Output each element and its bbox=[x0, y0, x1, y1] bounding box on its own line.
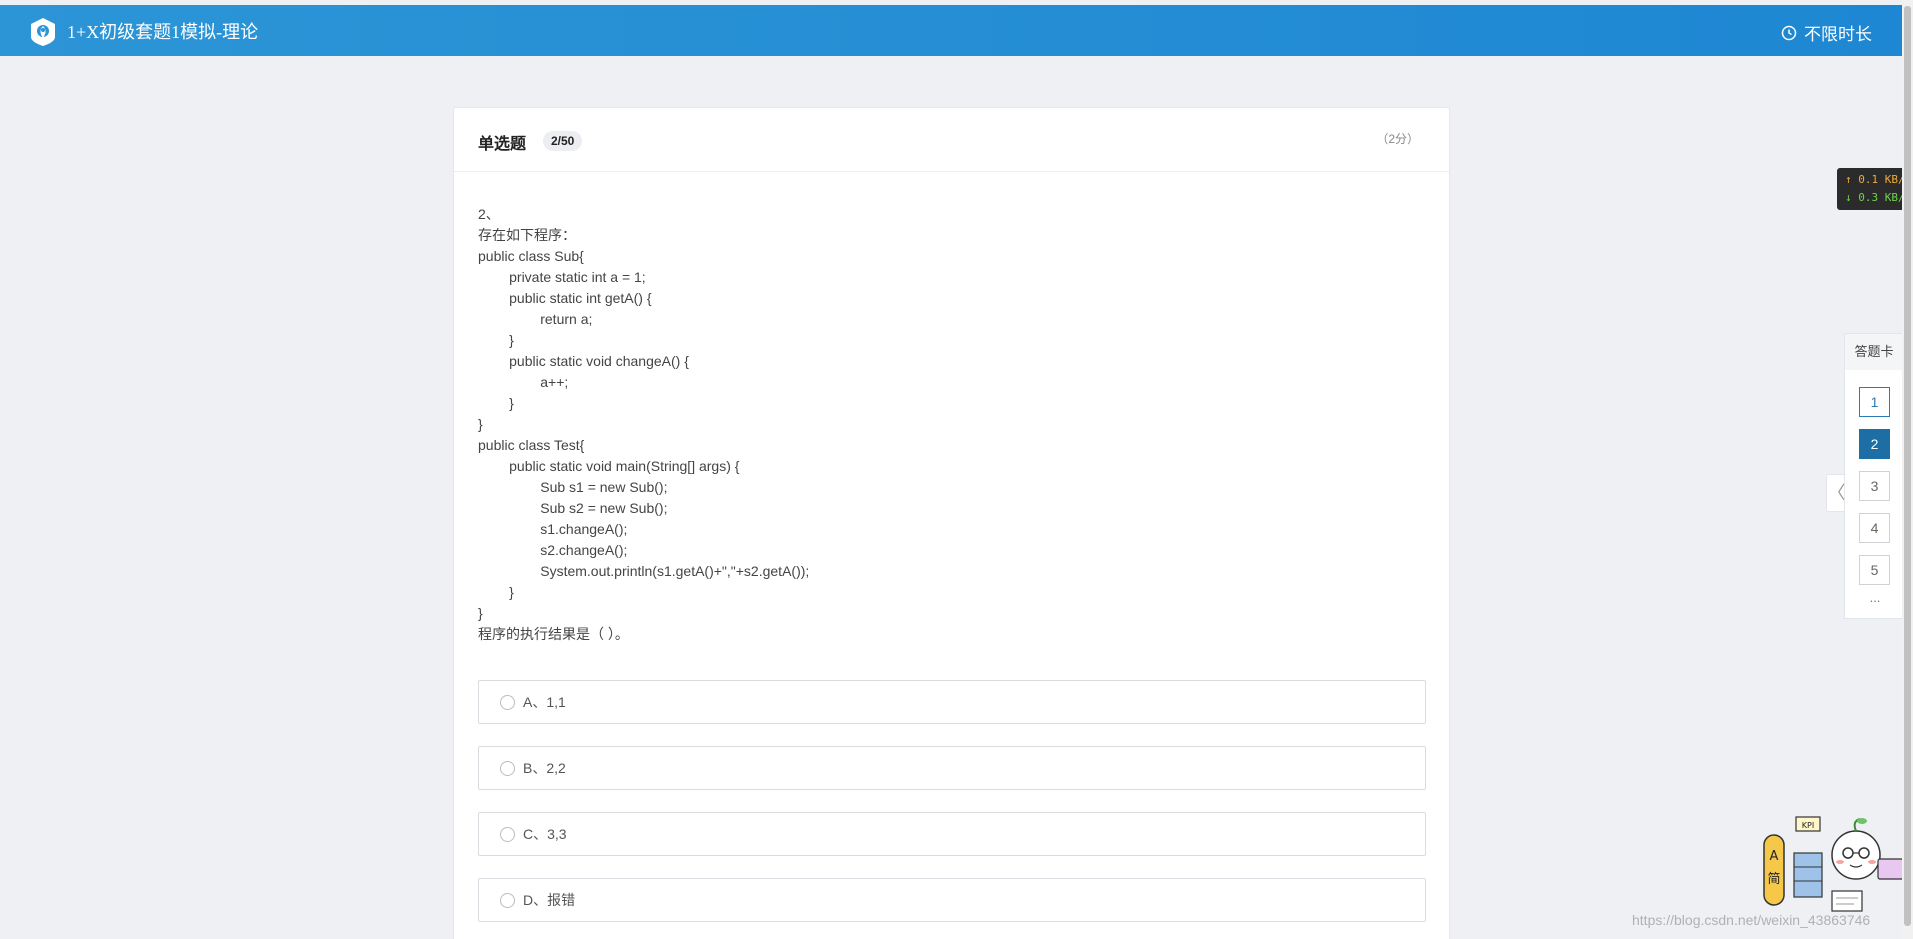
option-label: D、报错 bbox=[523, 892, 576, 908]
question-progress-badge: 2/50 bbox=[543, 131, 583, 151]
question-number-4[interactable]: 4 bbox=[1859, 513, 1890, 543]
scrollbar-thumb[interactable] bbox=[1904, 6, 1911, 926]
question-text: 2、 存在如下程序： public class Sub{ private sta… bbox=[478, 206, 810, 642]
question-number-5[interactable]: 5 bbox=[1859, 555, 1890, 585]
answer-card: 答题卡 1 2 3 4 5 ... bbox=[1844, 333, 1904, 619]
page-scrollbar[interactable] bbox=[1902, 0, 1913, 939]
svg-text:简: 简 bbox=[1767, 871, 1780, 887]
option-label: B、2,2 bbox=[523, 760, 566, 776]
exam-title: 1+X初级套题1模拟-理论 bbox=[67, 22, 259, 42]
more-questions[interactable]: ... bbox=[1845, 590, 1905, 605]
svg-text:KPI: KPI bbox=[1802, 821, 1814, 830]
timer-label: 不限时长 bbox=[1804, 25, 1872, 44]
timer: 不限时长 bbox=[1781, 20, 1872, 45]
option-label: A、1,1 bbox=[523, 694, 566, 710]
svg-text:A: A bbox=[1770, 849, 1779, 864]
question-type: 单选题 bbox=[478, 136, 527, 153]
app-logo-icon bbox=[31, 18, 55, 46]
question-number-3[interactable]: 3 bbox=[1859, 471, 1890, 501]
top-bar: 1+X初级套题1模拟-理论 不限时长 bbox=[0, 5, 1902, 56]
clock-icon bbox=[1781, 25, 1797, 40]
option-b[interactable]: B、2,2 bbox=[478, 746, 1426, 790]
radio-icon[interactable] bbox=[500, 694, 515, 710]
watermark: https://blog.csdn.net/weixin_43863746 bbox=[1632, 912, 1871, 928]
option-label: C、3,3 bbox=[523, 826, 567, 842]
radio-icon[interactable] bbox=[500, 826, 515, 842]
option-a[interactable]: A、1,1 bbox=[478, 680, 1426, 724]
question-number-2[interactable]: 2 bbox=[1859, 429, 1890, 459]
mascot-illustration: A 简 KPI bbox=[1763, 816, 1905, 912]
answer-card-title: 答题卡 bbox=[1845, 334, 1903, 370]
radio-icon[interactable] bbox=[500, 892, 515, 908]
question-header: 单选题 2/50 （2分） bbox=[454, 108, 1449, 172]
option-d[interactable]: D、报错 bbox=[478, 878, 1426, 922]
question-score: （2分） bbox=[1376, 132, 1419, 146]
question-card: 单选题 2/50 （2分） 2、 存在如下程序： public class Su… bbox=[453, 107, 1450, 939]
collapse-answer-card-button[interactable]: 〈 bbox=[1826, 474, 1846, 512]
question-number-1[interactable]: 1 bbox=[1859, 387, 1890, 417]
radio-icon[interactable] bbox=[500, 760, 515, 776]
option-c[interactable]: C、3,3 bbox=[478, 812, 1426, 856]
